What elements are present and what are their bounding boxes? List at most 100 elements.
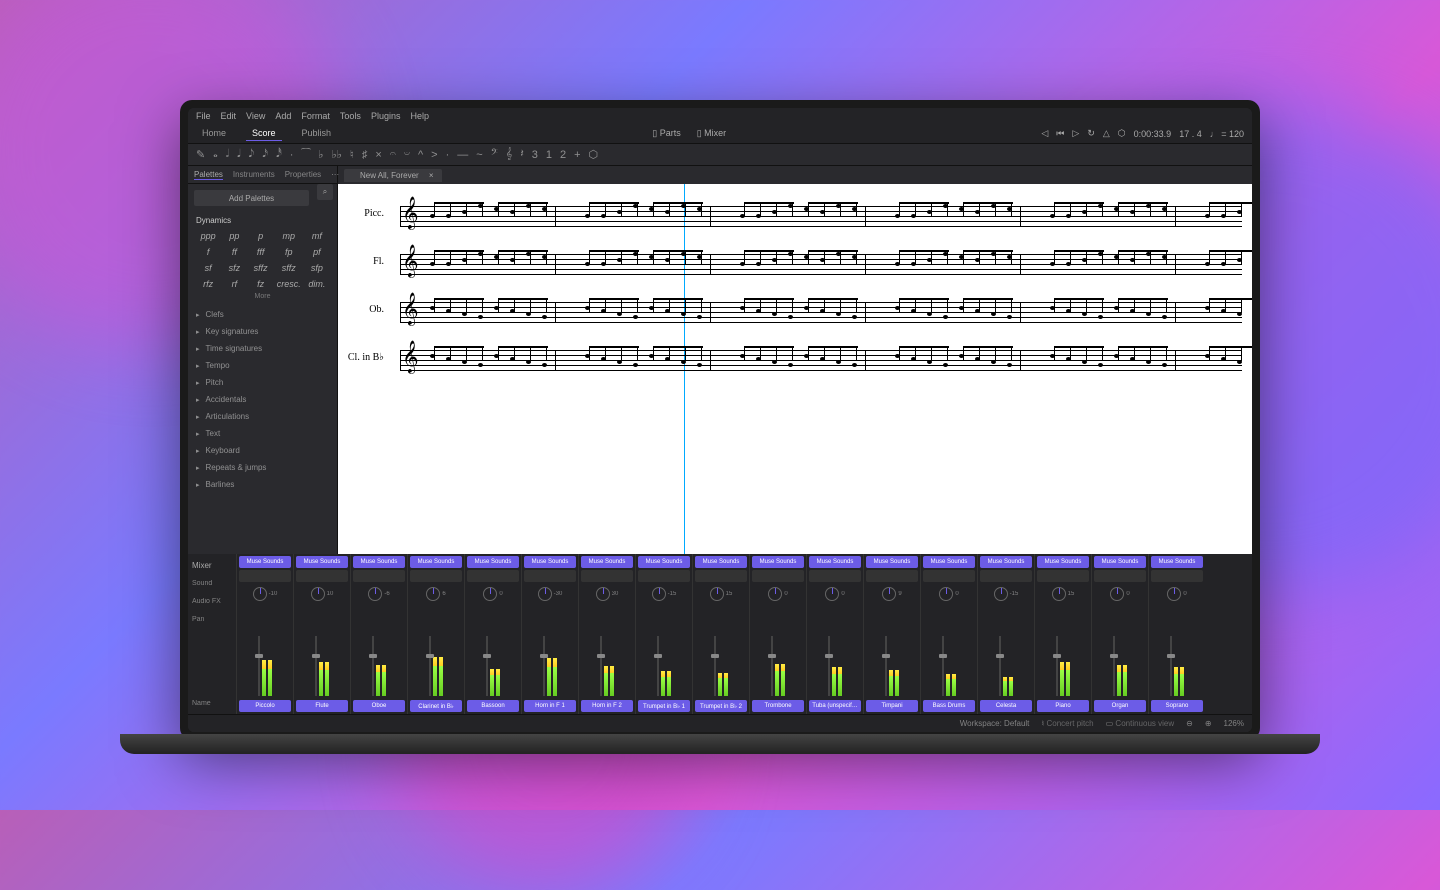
- channel-fader[interactable]: [1094, 606, 1146, 698]
- play-icon[interactable]: ▷: [1072, 128, 1079, 139]
- dynamic-sf[interactable]: sf: [196, 261, 220, 275]
- concert-pitch-toggle[interactable]: ♮ Concert pitch: [1041, 719, 1093, 728]
- rewind-icon[interactable]: ⏮: [1056, 128, 1064, 139]
- channel-sound[interactable]: Muse Sounds: [467, 556, 519, 568]
- tab-home[interactable]: Home: [196, 126, 232, 141]
- toolbar-item-12[interactable]: ♯: [362, 149, 368, 161]
- pan-knob[interactable]: [538, 587, 552, 601]
- channel-fx[interactable]: [581, 570, 633, 582]
- pan-knob[interactable]: [882, 587, 896, 601]
- score-canvas[interactable]: Picc.𝄞Fl.𝄞Ob.𝄞Cl. in B♭𝄞: [338, 184, 1252, 554]
- toolbar-item-22[interactable]: 𝄞: [506, 148, 513, 161]
- channel-fx[interactable]: [980, 570, 1032, 582]
- channel-fader[interactable]: [1151, 606, 1203, 698]
- channel-sound[interactable]: Muse Sounds: [353, 556, 405, 568]
- toolbar-item-11[interactable]: ♮: [350, 148, 354, 161]
- toolbar-item-28[interactable]: ⬡: [589, 148, 599, 161]
- channel-pan[interactable]: -10: [239, 584, 291, 604]
- channel-fader[interactable]: [923, 606, 975, 698]
- pan-knob[interactable]: [253, 587, 267, 601]
- channel-fader[interactable]: [410, 606, 462, 698]
- toolbar-item-17[interactable]: >: [431, 149, 437, 161]
- dynamic-dim.[interactable]: dim.: [305, 277, 329, 291]
- dynamic-sffz[interactable]: sffz: [248, 261, 272, 275]
- channel-sound[interactable]: Muse Sounds: [524, 556, 576, 568]
- search-icon[interactable]: ⌕: [317, 184, 333, 200]
- channel-pan[interactable]: 0: [809, 584, 861, 604]
- channel-fx[interactable]: [1037, 570, 1089, 582]
- channel-sound[interactable]: Muse Sounds: [296, 556, 348, 568]
- panel-toggle-parts[interactable]: ▯ Parts: [652, 128, 680, 139]
- pan-knob[interactable]: [1052, 587, 1066, 601]
- channel-pan[interactable]: 15: [695, 584, 747, 604]
- staff-0[interactable]: Picc.𝄞: [388, 194, 1242, 236]
- pan-knob[interactable]: [768, 587, 782, 601]
- palette-text[interactable]: Text: [188, 425, 337, 442]
- channel-fader[interactable]: [752, 606, 804, 698]
- staff-3[interactable]: Cl. in B♭𝄞: [388, 338, 1242, 380]
- channel-pan[interactable]: -6: [353, 584, 405, 604]
- toolbar-item-26[interactable]: 2: [560, 149, 566, 161]
- channel-fx[interactable]: [809, 570, 861, 582]
- channel-sound[interactable]: Muse Sounds: [581, 556, 633, 568]
- palette-tempo[interactable]: Tempo: [188, 357, 337, 374]
- toolbar-item-10[interactable]: ♭♭: [331, 148, 341, 161]
- channel-pan[interactable]: 0: [1151, 584, 1203, 604]
- palette-key-signatures[interactable]: Key signatures: [188, 323, 337, 340]
- channel-fx[interactable]: [353, 570, 405, 582]
- channel-fader[interactable]: [638, 606, 690, 698]
- channel-fx[interactable]: [1151, 570, 1203, 582]
- dynamic-pp[interactable]: pp: [222, 229, 246, 243]
- menu-plugins[interactable]: Plugins: [371, 111, 401, 121]
- dynamic-cresc.[interactable]: cresc.: [275, 277, 303, 291]
- toolbar-item-13[interactable]: ×: [375, 149, 381, 161]
- pan-knob[interactable]: [710, 587, 724, 601]
- toolbar-item-24[interactable]: 3: [532, 149, 538, 161]
- palette-repeats-&-jumps[interactable]: Repeats & jumps: [188, 459, 337, 476]
- pan-knob[interactable]: [483, 587, 497, 601]
- channel-sound[interactable]: Muse Sounds: [752, 556, 804, 568]
- channel-sound[interactable]: Muse Sounds: [923, 556, 975, 568]
- tab-score[interactable]: Score: [246, 126, 282, 141]
- toolbar-item-23[interactable]: 𝄽: [520, 148, 523, 161]
- staff-2[interactable]: Ob.𝄞: [388, 290, 1242, 332]
- dynamic-rf[interactable]: rf: [222, 277, 246, 291]
- dynamic-rfz[interactable]: rfz: [196, 277, 220, 291]
- channel-fader[interactable]: [467, 606, 519, 698]
- menu-help[interactable]: Help: [410, 111, 429, 121]
- pan-knob[interactable]: [652, 587, 666, 601]
- channel-fx[interactable]: [695, 570, 747, 582]
- dynamic-ff[interactable]: ff: [222, 245, 246, 259]
- toolbar-item-7[interactable]: ·: [290, 149, 294, 161]
- menu-view[interactable]: View: [246, 111, 265, 121]
- dynamic-mf[interactable]: mf: [305, 229, 329, 243]
- dynamic-f[interactable]: f: [196, 245, 220, 259]
- channel-sound[interactable]: Muse Sounds: [1094, 556, 1146, 568]
- channel-pan[interactable]: -15: [638, 584, 690, 604]
- channel-fx[interactable]: [923, 570, 975, 582]
- channel-sound[interactable]: Muse Sounds: [980, 556, 1032, 568]
- tab-publish[interactable]: Publish: [296, 126, 338, 141]
- sidebar-more-icon[interactable]: ⋯: [331, 170, 339, 179]
- channel-fx[interactable]: [752, 570, 804, 582]
- zoom-in-icon[interactable]: ⊕: [1205, 719, 1212, 728]
- palette-barlines[interactable]: Barlines: [188, 476, 337, 493]
- channel-fader[interactable]: [353, 606, 405, 698]
- pan-knob[interactable]: [426, 587, 440, 601]
- dynamic-fff[interactable]: fff: [248, 245, 272, 259]
- channel-fader[interactable]: [980, 606, 1032, 698]
- channel-sound[interactable]: Muse Sounds: [1037, 556, 1089, 568]
- palette-pitch[interactable]: Pitch: [188, 374, 337, 391]
- toolbar-item-20[interactable]: ~: [476, 149, 482, 161]
- dynamic-ppp[interactable]: ppp: [196, 229, 220, 243]
- channel-pan[interactable]: 10: [296, 584, 348, 604]
- palette-accidentals[interactable]: Accidentals: [188, 391, 337, 408]
- channel-fx[interactable]: [524, 570, 576, 582]
- document-tab[interactable]: New All, Forever ×: [344, 169, 442, 182]
- toolbar-item-15[interactable]: 𝄑: [404, 148, 410, 161]
- channel-pan[interactable]: 0: [1094, 584, 1146, 604]
- channel-fx[interactable]: [239, 570, 291, 582]
- toolbar-item-9[interactable]: ♭: [318, 148, 323, 161]
- channel-fader[interactable]: [1037, 606, 1089, 698]
- palette-time-signatures[interactable]: Time signatures: [188, 340, 337, 357]
